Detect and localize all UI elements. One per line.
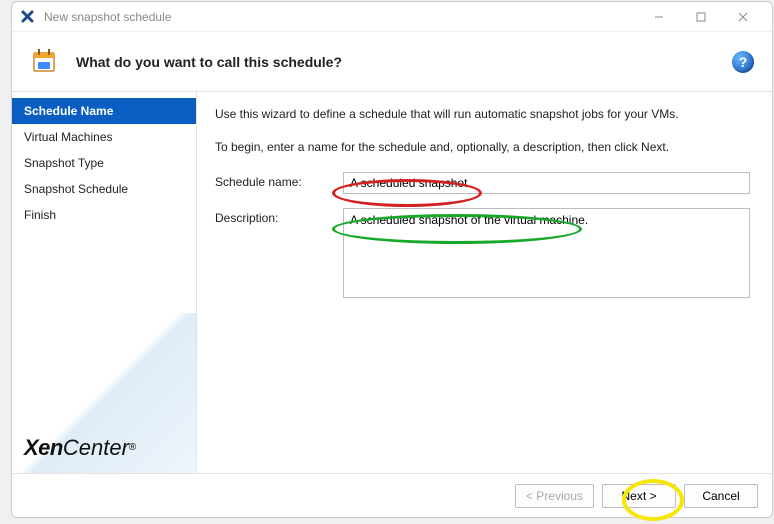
schedule-name-row: Schedule name: <box>215 172 750 194</box>
schedule-name-input[interactable] <box>343 172 750 194</box>
wizard-window: New snapshot schedule What do you want t… <box>11 1 773 518</box>
wizard-sidebar: Schedule Name Virtual Machines Snapshot … <box>12 92 197 473</box>
window-controls <box>638 3 764 31</box>
description-label: Description: <box>215 208 343 225</box>
brand-logo: XenCenter® <box>24 435 136 461</box>
app-icon <box>20 9 36 25</box>
step-schedule-name[interactable]: Schedule Name <box>12 98 196 124</box>
titlebar: New snapshot schedule <box>12 2 772 32</box>
instruction-2: To begin, enter a name for the schedule … <box>215 139 750 156</box>
previous-button[interactable]: < Previous <box>515 484 594 508</box>
schedule-wizard-icon <box>30 46 62 78</box>
cancel-button[interactable]: Cancel <box>684 484 758 508</box>
close-button[interactable] <box>722 3 764 31</box>
wizard-footer: < Previous Next > Cancel <box>12 473 772 517</box>
brand-part2: Center <box>63 435 129 460</box>
minimize-button[interactable] <box>638 3 680 31</box>
page-title: What do you want to call this schedule? <box>76 54 342 70</box>
step-snapshot-schedule[interactable]: Snapshot Schedule <box>12 176 196 202</box>
wizard-body: Schedule Name Virtual Machines Snapshot … <box>12 92 772 473</box>
maximize-button[interactable] <box>680 3 722 31</box>
window-title: New snapshot schedule <box>44 10 638 24</box>
wizard-main: Use this wizard to define a schedule tha… <box>197 92 772 473</box>
brand-part1: Xen <box>24 435 63 460</box>
help-icon[interactable]: ? <box>732 51 754 73</box>
instruction-1: Use this wizard to define a schedule tha… <box>215 106 750 123</box>
description-input[interactable] <box>343 208 750 298</box>
step-virtual-machines[interactable]: Virtual Machines <box>12 124 196 150</box>
schedule-name-label: Schedule name: <box>215 172 343 189</box>
header-band: What do you want to call this schedule? … <box>12 32 772 92</box>
step-finish[interactable]: Finish <box>12 202 196 228</box>
step-snapshot-type[interactable]: Snapshot Type <box>12 150 196 176</box>
description-row: Description: <box>215 208 750 298</box>
next-button[interactable]: Next > <box>602 484 676 508</box>
